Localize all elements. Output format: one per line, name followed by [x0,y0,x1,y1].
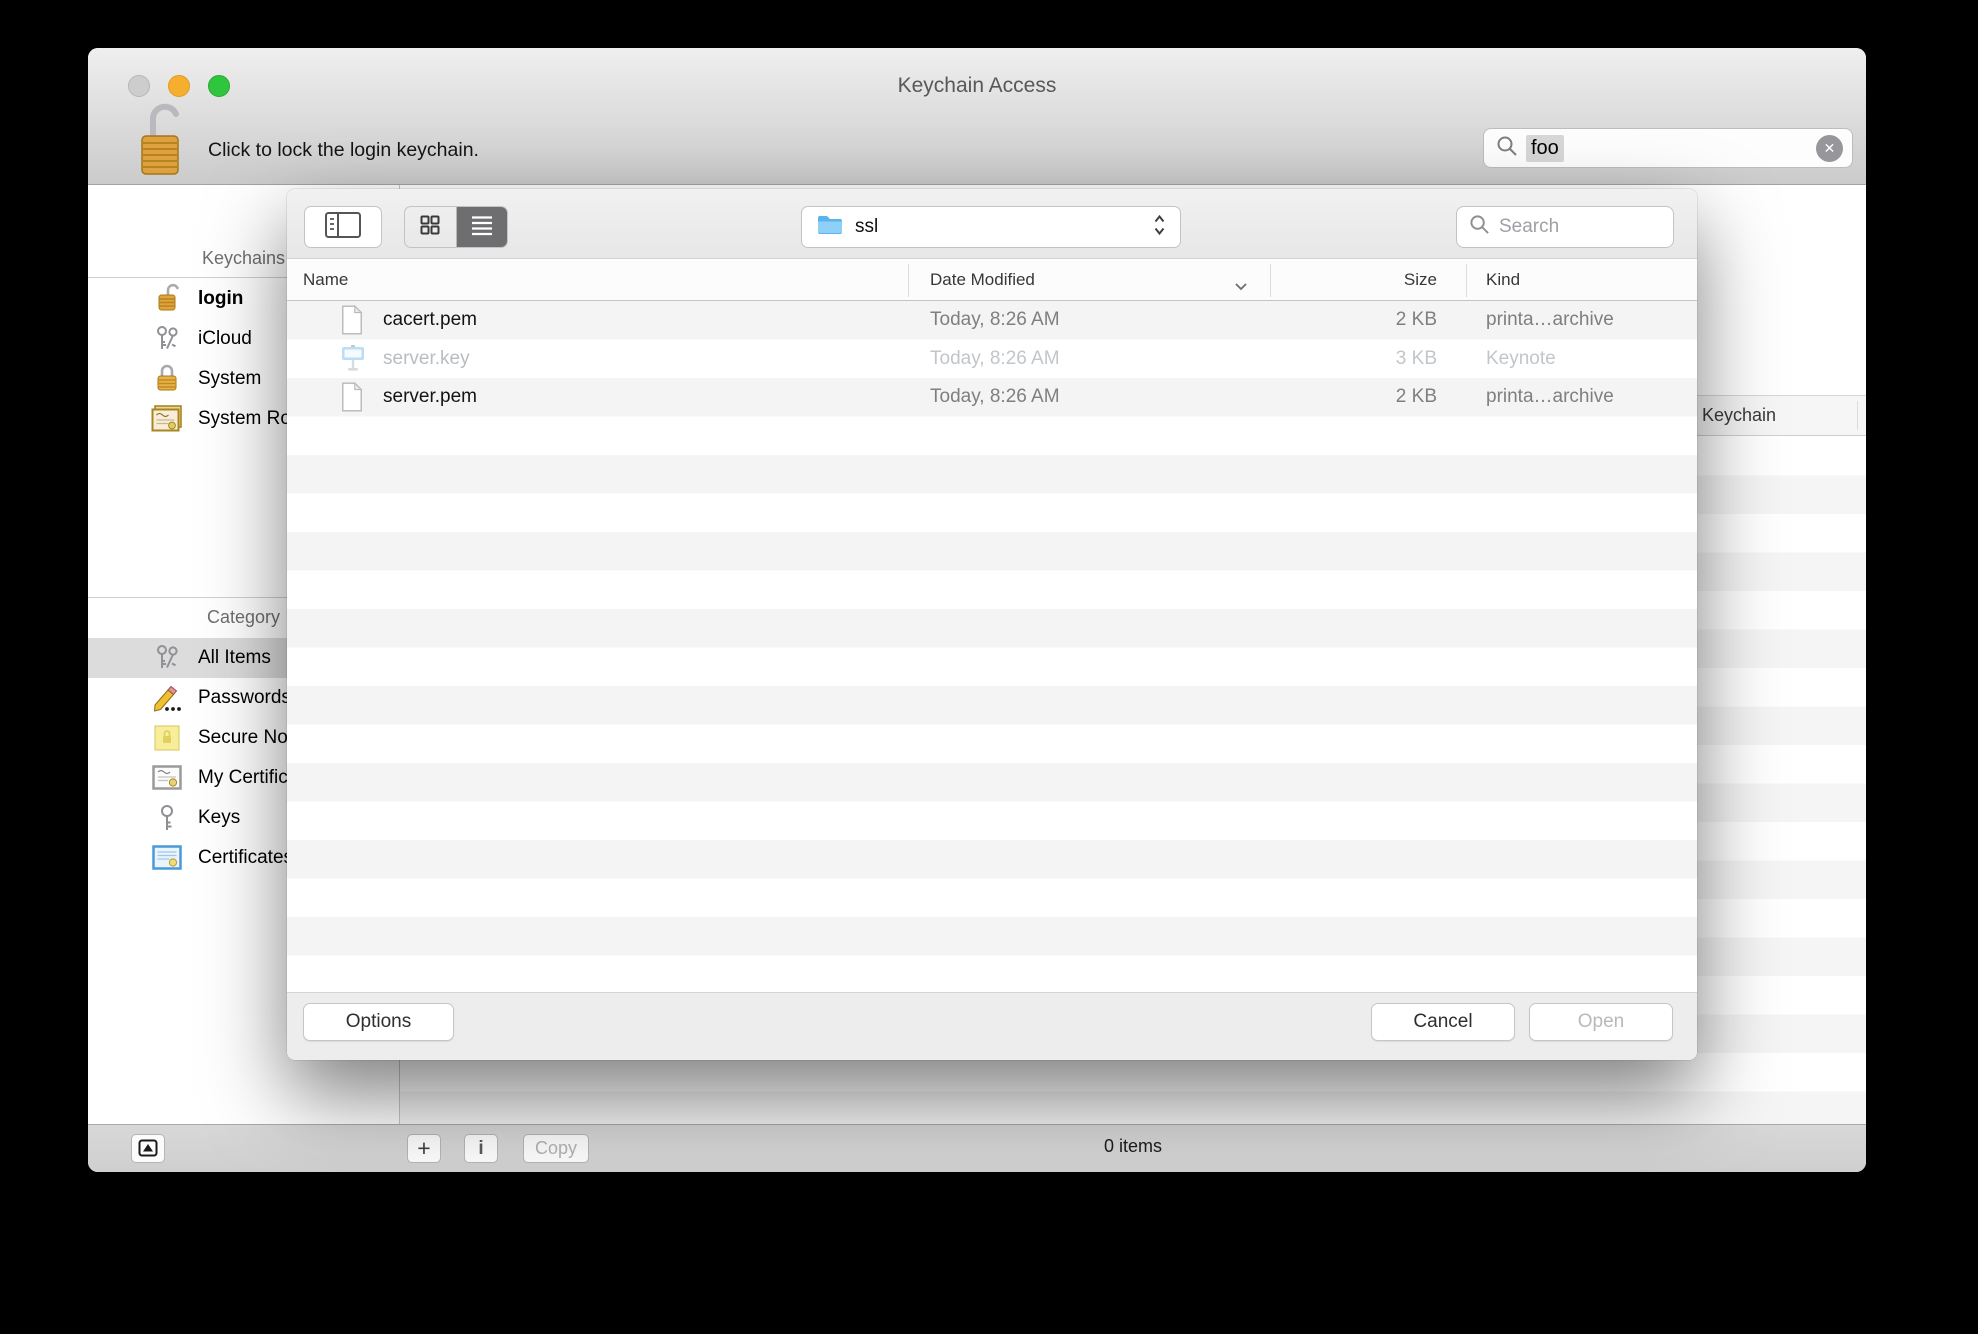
column-header-size[interactable]: Size [1404,260,1437,300]
sidebar-item-label: Certificates [198,847,293,869]
sidebar-toggle-icon [323,210,363,245]
lock-status-message: Click to lock the login keychain. [208,139,479,162]
keychain-access-window: Keychain Access Click to lock the login … [88,48,1866,1172]
sidebar-item-label: Keys [198,807,240,829]
keys-icon [150,643,184,673]
titlebar: Keychain Access Click to lock the login … [88,48,1866,185]
list-view-segment[interactable] [456,207,507,247]
window-title: Keychain Access [88,74,1866,98]
keys-icon [150,324,184,354]
list-view-icon [470,214,494,241]
column-separator [1270,264,1271,297]
folder-icon [816,214,844,241]
pencil-icon [150,683,184,713]
column-separator [1857,401,1858,430]
file-row-cacert-pem[interactable]: cacert.pem Today, 8:26 AM 2 KB printa…ar… [287,301,1697,340]
dialog-search-input[interactable]: Search [1456,206,1674,248]
open-file-dialog: ssl Search Name Dat [287,189,1697,1060]
certificate-blue-icon [150,845,184,871]
certificate-stack-icon [150,405,184,433]
sidebar-item-label: Passwords [198,687,291,709]
view-mode-segmented-control [404,206,508,248]
grid-view-icon [419,214,441,241]
file-list: cacert.pem Today, 8:26 AM 2 KB printa…ar… [287,301,1697,992]
locked-lock-icon [150,362,184,396]
column-header-date-modified[interactable]: Date Modified [930,260,1035,300]
status-bar: + i Copy 0 items [88,1124,1866,1172]
keychain-column-header[interactable]: Keychain [1702,396,1776,435]
toggle-keychains-button[interactable] [131,1134,165,1163]
keychain-search-input[interactable]: foo ✕ [1483,128,1853,168]
sidebar-item-label: login [198,288,243,310]
dialog-button-bar: Options Cancel Open [287,992,1697,1060]
key-icon [150,803,184,833]
open-button[interactable]: Open [1529,1003,1673,1041]
unlocked-lock-icon [150,282,184,316]
options-button[interactable]: Options [303,1003,454,1041]
items-count: 0 items [400,1136,1866,1157]
column-header-name[interactable]: Name [303,260,348,300]
file-row-server-pem[interactable]: server.pem Today, 8:26 AM 2 KB printa…ar… [287,378,1697,417]
sort-chevron-icon [1234,276,1248,296]
show-sidebar-button[interactable] [304,206,382,248]
file-table-header: Name Date Modified Size Kind [287,260,1697,301]
search-text-selected: foo [1526,135,1564,162]
column-header-kind[interactable]: Kind [1486,260,1520,300]
dialog-toolbar: ssl Search [287,189,1697,259]
search-placeholder: Search [1499,216,1559,238]
search-icon [1469,214,1490,240]
sidebar-item-label: iCloud [198,328,252,350]
sidebar-item-label: All Items [198,647,271,669]
clear-search-icon[interactable]: ✕ [1816,135,1843,162]
unlocked-keychain-icon[interactable] [134,100,192,185]
document-icon [340,382,364,418]
document-icon [340,305,364,341]
screen-background: Keychain Access Click to lock the login … [0,0,1978,1334]
secure-note-icon [150,724,184,752]
keynote-file-icon [340,344,366,380]
search-icon [1496,135,1518,162]
cancel-button[interactable]: Cancel [1371,1003,1515,1041]
icon-view-segment[interactable] [405,207,456,247]
popup-chevrons-icon [1153,213,1166,242]
location-popup[interactable]: ssl [801,206,1181,248]
certificate-icon [150,765,184,791]
file-row-server-key: server.key Today, 8:26 AM 3 KB Keynote [287,340,1697,379]
sidebar-item-label: System [198,368,261,390]
panel-toggle-icon [138,1145,158,1162]
location-popup-value: ssl [855,216,878,238]
column-separator [908,264,909,297]
column-separator [1466,264,1467,297]
